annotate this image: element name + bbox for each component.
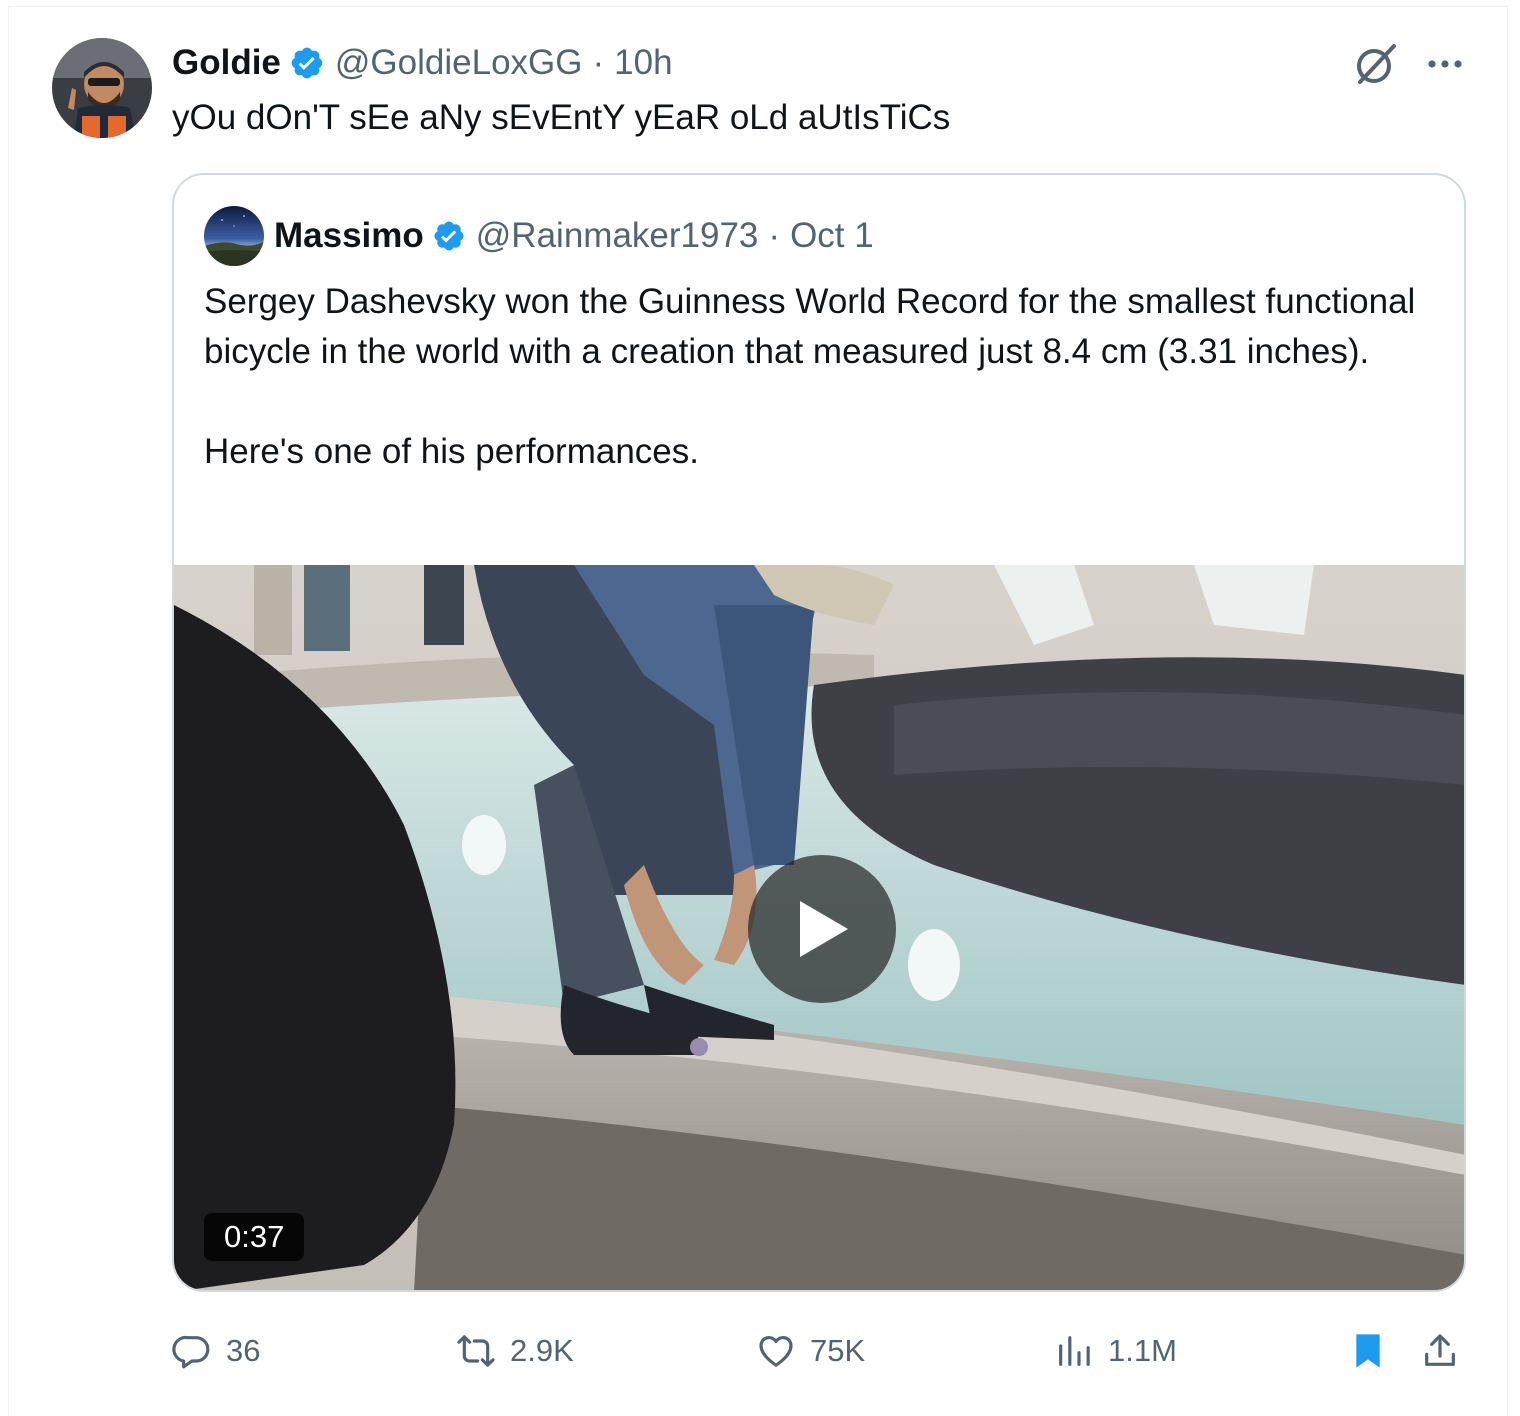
play-button[interactable] [748,855,896,1003]
author-avatar[interactable] [52,38,152,138]
quoted-tweet-text: Sergey Dashevsky won the Guinness World … [204,277,1434,477]
views-button[interactable]: 1.1M [1054,1320,1177,1382]
author-handle[interactable]: @GoldieLoxGG [335,43,583,83]
play-icon [800,901,848,957]
verified-badge-icon [289,45,325,81]
share-button[interactable] [1420,1320,1460,1382]
more-icon[interactable] [1420,40,1470,88]
reply-icon [172,1335,210,1369]
repost-button[interactable]: 2.9K [456,1320,574,1382]
quoted-tweet-date[interactable]: Oct 1 [790,216,874,256]
like-icon [759,1335,793,1367]
share-icon [1425,1334,1455,1366]
bookmark-icon [1356,1334,1380,1368]
quoted-author-name[interactable]: Massimo [274,216,424,256]
repost-icon [457,1335,495,1367]
reply-button[interactable]: 36 [172,1320,260,1382]
tweet-header: Goldie @GoldieLoxGG · 10h [172,40,673,86]
reply-count: 36 [226,1333,261,1368]
action-bar: 36 2.9K 75K 1.1M [172,1320,1472,1382]
tweet-text: yOu dOn'T sEe aNy sEvEntY yEaR oLd aUtIs… [172,98,951,137]
author-name[interactable]: Goldie [172,43,281,83]
quoted-paragraph: Here's one of his performances. [204,432,699,471]
quoted-author-handle[interactable]: @Rainmaker1973 [476,216,759,256]
separator-dot: · [768,216,781,255]
views-icon [1059,1336,1090,1366]
video-player[interactable]: 0:37 [174,565,1464,1290]
quoted-tweet-header: Massimo @Rainmaker1973 · Oct 1 [274,213,874,259]
repost-count: 2.9K [510,1333,574,1368]
grok-icon[interactable] [1352,40,1400,88]
like-count: 75K [810,1333,866,1368]
quoted-paragraph: Sergey Dashevsky won the Guinness World … [204,282,1416,371]
views-count: 1.1M [1108,1333,1177,1368]
like-button[interactable]: 75K [756,1320,865,1382]
video-duration-badge: 0:37 [204,1213,305,1261]
verified-badge-icon [432,219,466,253]
quoted-tweet[interactable]: Massimo @Rainmaker1973 · Oct 1 Sergey Da… [172,173,1466,1292]
bookmark-button[interactable] [1348,1320,1388,1382]
separator-dot: · [592,43,605,82]
quoted-author-avatar[interactable] [204,206,264,266]
tweet-time[interactable]: 10h [614,43,672,83]
